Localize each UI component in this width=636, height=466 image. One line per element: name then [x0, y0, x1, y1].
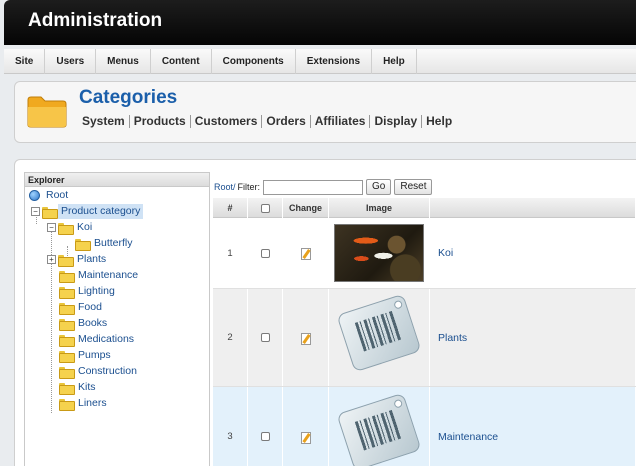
row-name-link[interactable]: Koi: [430, 218, 636, 288]
tree-node-pumps[interactable]: Pumps: [59, 348, 114, 363]
row-number: 2: [213, 289, 248, 386]
row-number: 1: [213, 218, 248, 288]
tree-node-construction[interactable]: Construction: [59, 364, 140, 379]
tree-node-food[interactable]: Food: [59, 300, 105, 315]
explorer-title: Explorer: [25, 173, 209, 187]
select-all-checkbox[interactable]: [260, 204, 270, 214]
row-checkbox-cell: [248, 289, 283, 386]
edit-icon[interactable]: [300, 247, 312, 260]
row-name-link[interactable]: Plants: [430, 289, 636, 386]
globe-icon: [29, 190, 40, 201]
folder-icon: [59, 318, 75, 331]
admin-header: Administration: [4, 0, 636, 45]
col-name[interactable]: [430, 198, 636, 218]
folder-icon: [59, 270, 75, 283]
expand-icon[interactable]: +: [47, 255, 56, 264]
subnav-orders[interactable]: Orders: [262, 115, 311, 128]
app-title: Administration: [28, 10, 163, 31]
tree-node-product-category[interactable]: − Product category: [31, 204, 144, 219]
folder-icon: [58, 254, 74, 267]
row-checkbox[interactable]: [260, 333, 270, 342]
folder-icon: [59, 286, 75, 299]
grid-toolbar: Root/ Filter: Go Reset: [214, 178, 435, 196]
row-number: 3: [213, 387, 248, 466]
menu-components[interactable]: Components: [212, 49, 296, 74]
folder-icon: [42, 206, 58, 219]
menu-content[interactable]: Content: [151, 49, 212, 74]
row-edit-cell: [283, 218, 329, 288]
row-edit-cell: [283, 387, 329, 466]
title-panel: Categories System Products Customers Ord…: [14, 81, 636, 143]
menu-help[interactable]: Help: [372, 49, 417, 74]
row-image-cell: [329, 387, 430, 466]
sub-navigation: System Products Customers Orders Affilia…: [82, 115, 456, 128]
filter-label: Filter:: [237, 182, 261, 192]
col-number[interactable]: #: [213, 198, 248, 218]
menu-extensions[interactable]: Extensions: [296, 49, 373, 74]
folder-icon: [59, 382, 75, 395]
subnav-help[interactable]: Help: [422, 115, 456, 128]
tree-node-plants[interactable]: + Plants: [47, 252, 109, 267]
col-select-all: [248, 198, 283, 218]
grid-header: # Change Image: [213, 198, 636, 218]
subnav-customers[interactable]: Customers: [191, 115, 263, 128]
row-checkbox-cell: [248, 218, 283, 288]
barcode-placeholder-icon: [334, 392, 424, 466]
menu-site[interactable]: Site: [4, 49, 46, 74]
subnav-affiliates[interactable]: Affiliates: [311, 115, 371, 128]
col-change[interactable]: Change: [283, 198, 329, 218]
barcode-placeholder-icon: [334, 293, 424, 383]
subnav-products[interactable]: Products: [130, 115, 191, 128]
tree-node-koi[interactable]: − Koi: [47, 220, 95, 235]
go-button[interactable]: Go: [366, 179, 392, 195]
tree-node-lighting[interactable]: Lighting: [59, 284, 118, 299]
folder-icon: [59, 350, 75, 363]
folder-icon: [59, 366, 75, 379]
explorer-panel: Explorer Root − Product category − Koi B: [24, 172, 210, 466]
tree-node-kits[interactable]: Kits: [59, 380, 99, 395]
col-image[interactable]: Image: [329, 198, 430, 218]
root-link[interactable]: Root/: [214, 182, 236, 192]
table-row[interactable]: 3 Maintenance: [213, 387, 636, 466]
tree-node-root[interactable]: Root: [29, 188, 71, 203]
tree-node-books[interactable]: Books: [59, 316, 110, 331]
row-image-cell: [329, 218, 430, 288]
collapse-icon[interactable]: −: [31, 207, 40, 216]
row-name-link[interactable]: Maintenance: [430, 387, 636, 466]
row-edit-cell: [283, 289, 329, 386]
tree-node-butterfly[interactable]: Butterfly: [75, 236, 136, 251]
folder-icon: [59, 302, 75, 315]
row-checkbox-cell: [248, 387, 283, 466]
folder-icon: [75, 238, 91, 251]
collapse-icon[interactable]: −: [47, 223, 56, 232]
tree-node-liners[interactable]: Liners: [59, 396, 110, 411]
koi-thumbnail: [334, 224, 424, 282]
subnav-display[interactable]: Display: [370, 115, 423, 128]
tree-node-maintenance[interactable]: Maintenance: [59, 268, 141, 283]
row-checkbox[interactable]: [260, 432, 270, 441]
row-checkbox[interactable]: [260, 248, 270, 258]
menu-menus[interactable]: Menus: [96, 49, 151, 74]
reset-button[interactable]: Reset: [394, 179, 433, 195]
folder-icon: [58, 222, 74, 235]
main-menu: Site Users Menus Content Components Exte…: [4, 49, 636, 74]
table-row[interactable]: 1 Koi: [213, 218, 636, 289]
table-row[interactable]: 2 Plants: [213, 289, 636, 387]
folder-icon: [59, 398, 75, 411]
tree-node-medications[interactable]: Medications: [59, 332, 137, 347]
page-title: Categories: [79, 87, 178, 108]
row-image-cell: [329, 289, 430, 386]
edit-icon[interactable]: [300, 332, 312, 345]
filter-input[interactable]: [263, 179, 364, 195]
edit-icon[interactable]: [300, 431, 312, 444]
subnav-system[interactable]: System: [82, 115, 130, 128]
menu-users[interactable]: Users: [45, 49, 97, 74]
folder-icon: [59, 334, 75, 347]
folder-icon: [27, 96, 67, 128]
